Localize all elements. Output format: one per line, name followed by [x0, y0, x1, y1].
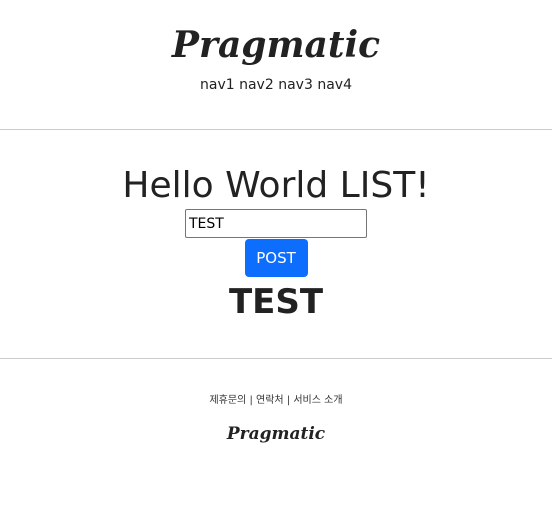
site-logo[interactable]: Pragmatic: [0, 0, 552, 67]
nav-bar: nav1 nav2 nav3 nav4: [0, 77, 552, 93]
footer-link-partnership[interactable]: 제휴문의: [209, 395, 246, 406]
posted-result-text: TEST: [228, 282, 324, 322]
footer-separator: |: [249, 395, 253, 406]
footer-link-contact[interactable]: 연락처: [256, 395, 284, 406]
site-footer: 제휴문의 | 연락처 | 서비스 소개 Pragmatic: [0, 359, 552, 444]
page-title: Hello World LIST!: [122, 165, 430, 206]
site-header: Pragmatic nav1 nav2 nav3 nav4: [0, 0, 552, 130]
nav-link-1[interactable]: nav1: [200, 77, 235, 93]
nav-link-4[interactable]: nav4: [317, 77, 352, 93]
footer-links: 제휴문의 | 연락처 | 서비스 소개: [0, 391, 552, 406]
main-content: Hello World LIST! POST TEST: [0, 130, 552, 359]
post-form: POST: [0, 209, 552, 277]
footer-link-service-intro[interactable]: 서비스 소개: [293, 395, 342, 406]
post-button[interactable]: POST: [244, 239, 308, 277]
nav-link-2[interactable]: nav2: [239, 77, 274, 93]
footer-separator: |: [286, 395, 291, 406]
post-text-input[interactable]: [185, 209, 367, 238]
nav-link-3[interactable]: nav3: [278, 77, 313, 93]
footer-logo: Pragmatic: [226, 424, 326, 444]
